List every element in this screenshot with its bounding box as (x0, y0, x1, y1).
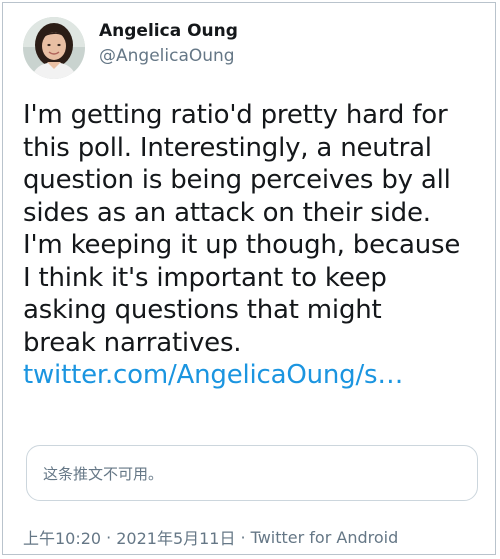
tweet-text-line: asking questions that might (23, 295, 382, 325)
meta-separator: · (106, 527, 112, 547)
tweet-body: I'm getting ratio'd pretty hard for this… (23, 99, 493, 392)
tweet-link[interactable]: twitter.com/AngelicaOung/s… (23, 359, 493, 392)
quoted-tweet-card[interactable]: 这条推文不可用。 (26, 445, 478, 501)
tweet-card: Angelica Oung @AngelicaOung I'm getting … (2, 2, 496, 555)
avatar-photo-icon (23, 17, 85, 79)
meta-separator: · (240, 527, 246, 547)
tweet-text-line: I'm keeping it up though, because (23, 230, 461, 260)
tweet-text-line: question is being perceives by all (23, 165, 451, 195)
tweet-date[interactable]: 2021年5月11日 (116, 525, 235, 549)
tweet-meta: 上午10:20 · 2021年5月11日 · Twitter for Andro… (23, 525, 398, 549)
tweet-time[interactable]: 上午10:20 (23, 525, 101, 549)
author-handle[interactable]: @AngelicaOung (99, 44, 238, 68)
avatar[interactable] (23, 17, 85, 79)
author-display-name[interactable]: Angelica Oung (99, 20, 238, 42)
quoted-tweet-unavailable-text: 这条推文不可用。 (43, 464, 164, 483)
tweet-text-line: I'm getting ratio'd pretty hard for (23, 100, 448, 130)
tweet-source[interactable]: Twitter for Android (251, 528, 399, 547)
tweet-text-line: I think it's important to keep (23, 262, 387, 293)
author-names: Angelica Oung @AngelicaOung (99, 20, 238, 68)
tweet-text-line: sides as an attack on their side. (23, 197, 431, 228)
tweet-header: Angelica Oung @AngelicaOung (23, 15, 238, 81)
tweet-text-line: this poll. Interestingly, a neutral (23, 132, 432, 163)
tweet-text-line: break narratives. (23, 327, 242, 358)
